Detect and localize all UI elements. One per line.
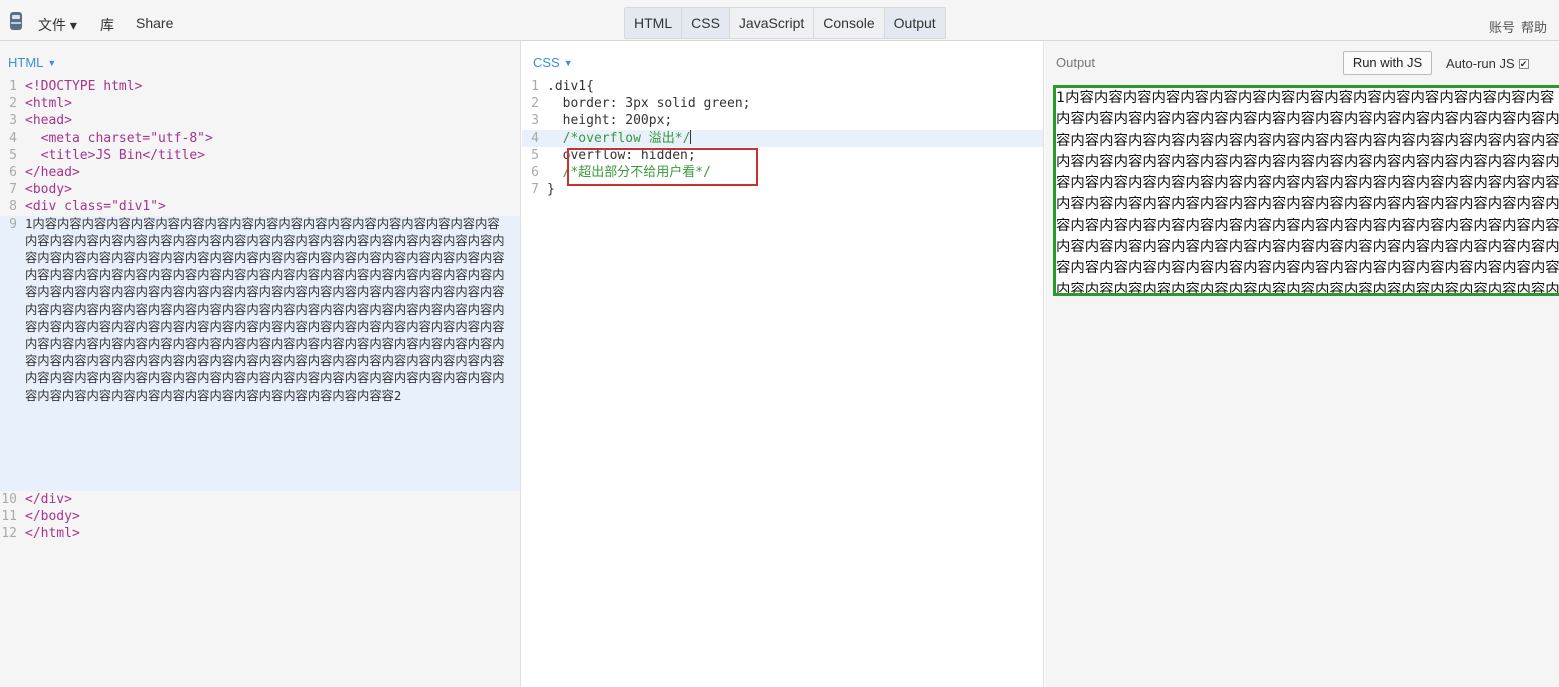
code-line: .div1{ [547, 79, 594, 94]
line-number: 10 [1, 491, 17, 507]
line-number: 2 [9, 96, 17, 112]
jsbin-logo-icon[interactable] [8, 10, 24, 32]
menu-share[interactable]: Share [136, 15, 173, 31]
css-panel: CSS ▼ 1 .div1{ 2 border: 3px solid green; … [522, 41, 1044, 687]
menu-help[interactable]: 帮助 [1521, 17, 1547, 36]
output-panel: Output Run with JS Auto-run JS ✔ 1内容内容内容内… [1045, 41, 1559, 687]
chevron-down-icon: ▼ [563, 58, 573, 68]
line-number: 4 [9, 130, 17, 146]
code-line: border: 3px solid green; [547, 96, 751, 112]
html-panel-label[interactable]: HTML ▼ [8, 55, 56, 70]
line-number: 7 [9, 182, 17, 198]
line-number: 3 [9, 113, 17, 129]
menu-file[interactable]: 文件 ▾ [38, 15, 77, 35]
line-number: 4 [531, 130, 539, 146]
code-line: </div> [25, 491, 72, 507]
code-line: <meta charset="utf-8"> [25, 130, 213, 146]
highlight-annotation-box [567, 148, 758, 186]
chevron-down-icon: ▼ [47, 58, 57, 68]
code-line: </head> [25, 165, 80, 181]
text-cursor [690, 129, 692, 144]
code-line: <div class="div1"> [25, 199, 166, 215]
line-number: 5 [531, 147, 539, 163]
code-line: </body> [25, 508, 80, 524]
autorun-js-toggle[interactable]: Auto-run JS ✔ [1446, 56, 1529, 71]
line-number: 6 [9, 165, 17, 181]
line-number: 11 [1, 508, 17, 524]
line-number: 12 [1, 526, 17, 542]
code-line: <!DOCTYPE html> [25, 79, 143, 94]
rendered-div1: 1内容内容内容内容内容内容内容内容内容内容内容内容内容内容内容内容内容内容内容内… [1053, 85, 1559, 296]
run-with-js-button[interactable]: Run with JS [1343, 51, 1432, 75]
line-number: 2 [531, 96, 539, 112]
line-number: 8 [9, 199, 17, 215]
tab-javascript[interactable]: JavaScript [729, 8, 815, 38]
code-line: </html> [25, 526, 80, 542]
code-line: height: 200px; [547, 113, 673, 129]
top-bar: 文件 ▾ 库 Share HTML CSS JavaScript Console… [0, 0, 1559, 41]
code-line: <html> [25, 96, 72, 112]
menu-account[interactable]: 账号 [1489, 17, 1515, 36]
checkbox-icon[interactable]: ✔ [1518, 59, 1529, 69]
code-line: <head> [25, 113, 72, 129]
line-number: 7 [531, 182, 539, 198]
code-line: <body> [25, 182, 72, 198]
rendered-content: 1内容内容内容内容内容内容内容内容内容内容内容内容内容内容内容内容内容内容内容内… [1056, 90, 1559, 296]
tab-html[interactable]: HTML [625, 8, 683, 38]
line-number: 3 [531, 113, 539, 129]
line-number: 5 [9, 147, 17, 163]
html-panel: HTML ▼ 1 <!DOCTYPE html> 2 <html> 3 <head> 4… [0, 41, 521, 687]
code-line-content: 1内容内容内容内容内容内容内容内容内容内容内容内容内容内容内容内容内容内容内容内… [25, 216, 505, 403]
line-number: 9 [9, 216, 17, 232]
line-number: 1 [531, 79, 539, 94]
tab-output[interactable]: Output [884, 8, 945, 38]
tab-console[interactable]: Console [814, 8, 885, 38]
line-number: 6 [531, 165, 539, 181]
css-panel-label[interactable]: CSS ▼ [533, 55, 573, 70]
tab-css[interactable]: CSS [682, 8, 730, 38]
code-line: <title>JS Bin</title> [25, 147, 206, 163]
panel-tabs: HTML CSS JavaScript Console Output [624, 7, 946, 39]
output-panel-label: Output [1056, 55, 1096, 70]
html-editor[interactable]: 1 <!DOCTYPE html> 2 <html> 3 <head> 4 <meta… [0, 78, 520, 542]
code-line: /*overflow 溢出*/ [547, 129, 692, 146]
menu-library[interactable]: 库 [100, 15, 114, 35]
line-number: 1 [9, 79, 17, 94]
